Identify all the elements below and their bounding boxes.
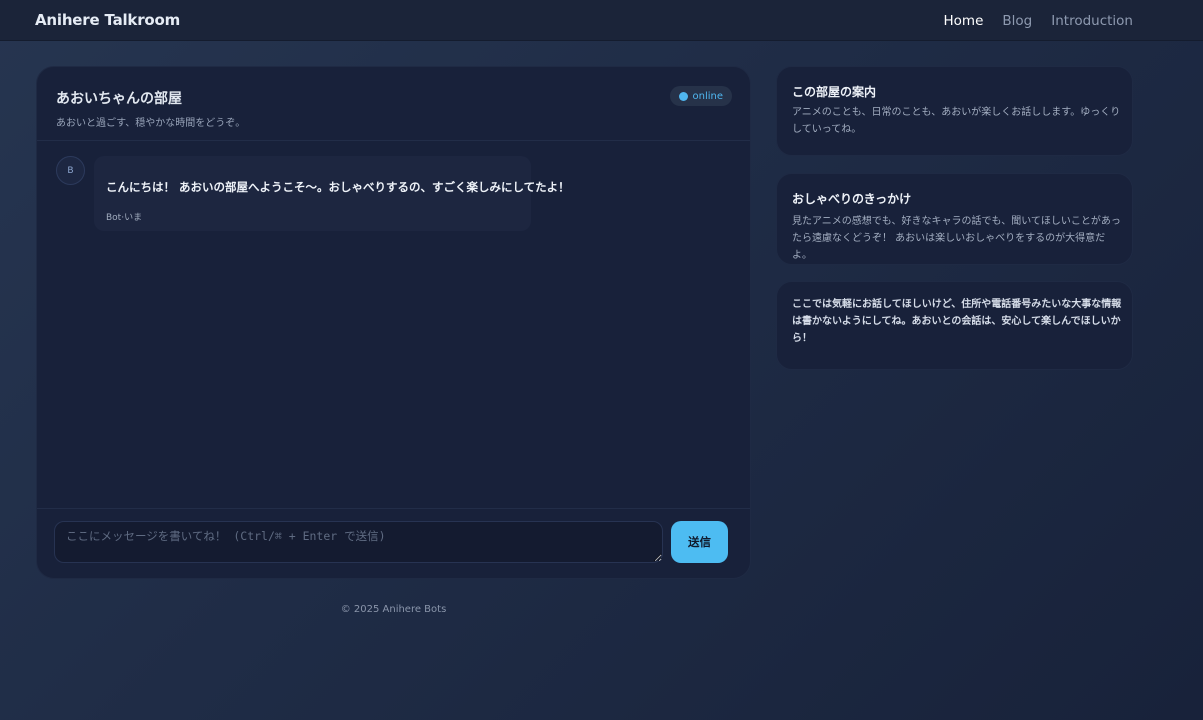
status-dot-icon (679, 91, 689, 101)
room-guide-title: この部屋の案内 (792, 85, 877, 99)
send-button[interactable]: 送信 (671, 521, 728, 563)
conversation-starters-body: 見たアニメの感想でも、好きなキャラの話でも、聞いてほしいことがあったら遠慮なくど… (792, 216, 1121, 261)
conversation-starters-card: おしゃべりのきっかけ 見たアニメの感想でも、好きなキャラの話でも、聞いてほしいこ… (776, 173, 1133, 265)
room-guide-body: アニメのことも、日常のことも、あおいが楽しくお話しします。ゆっくりしていってね。 (792, 107, 1121, 135)
bot-avatar: B (56, 156, 85, 185)
room-subtitle: あおいと過ごす、穏やかな時間をどうぞ。 (56, 118, 246, 129)
nav-home-link[interactable]: Home (944, 13, 984, 29)
nav-introduction-link[interactable]: Introduction (1051, 13, 1133, 29)
footer-copyright: © 2025 Anihere Bots (340, 604, 447, 615)
nav-blog-link[interactable]: Blog (1002, 13, 1032, 29)
chat-panel: あおいちゃんの部屋 あおいと過ごす、穏やかな時間をどうぞ。 online B こ… (36, 66, 751, 579)
status-text: online (692, 90, 723, 102)
message-bubble: こんにちは！ あおいの部屋へようこそ〜。おしゃべりするの、すごく楽しみにしてたよ… (94, 156, 570, 231)
room-title: あおいちゃんの部屋 (56, 91, 182, 107)
message-input[interactable] (54, 521, 663, 563)
status-badge: online (670, 86, 732, 106)
room-guide-card: この部屋の案内 アニメのことも、日常のことも、あおいが楽しくお話しします。ゆっく… (776, 66, 1133, 156)
conversation-starters-title: おしゃべりのきっかけ (792, 192, 912, 206)
message-text: こんにちは！ あおいの部屋へようこそ〜。おしゃべりするの、すごく楽しみにしてたよ… (106, 180, 570, 194)
message-composer: 送信 (37, 508, 750, 578)
main-nav: Home Blog Introduction (944, 13, 1133, 29)
message-meta: Bot·いま (106, 213, 143, 223)
privacy-notice-card: ここでは気軽にお話してほしいけど、住所や電話番号みたいな大事な情報は書かないよう… (776, 281, 1133, 370)
chat-header: あおいちゃんの部屋 あおいと過ごす、穏やかな時間をどうぞ。 online (37, 67, 750, 141)
brand-logo[interactable]: Anihere Talkroom (35, 11, 180, 29)
privacy-notice-body: ここでは気軽にお話してほしいけど、住所や電話番号みたいな大事な情報は書かないよう… (792, 299, 1122, 344)
top-navbar: Anihere Talkroom Home Blog Introduction (0, 0, 1203, 41)
message-list[interactable]: B こんにちは！ あおいの部屋へようこそ〜。おしゃべりするの、すごく楽しみにして… (37, 142, 750, 508)
